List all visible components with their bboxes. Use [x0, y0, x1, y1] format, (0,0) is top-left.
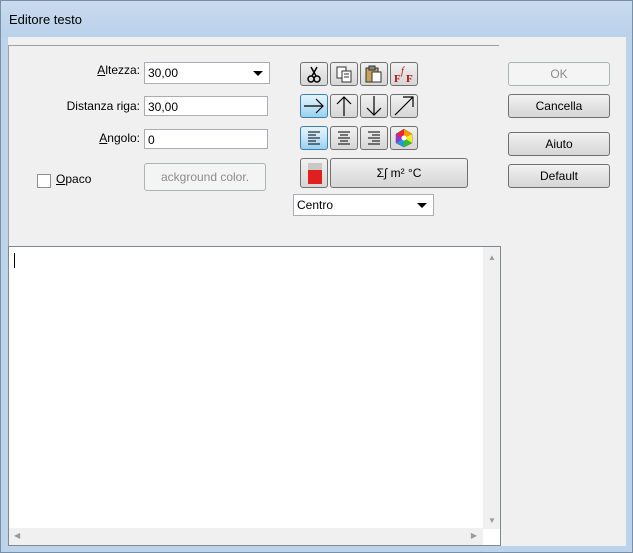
chevron-down-icon: [417, 203, 427, 208]
cancel-button[interactable]: Cancella: [508, 94, 610, 118]
ok-button[interactable]: OK: [508, 62, 610, 86]
align-left-icon: [308, 131, 320, 145]
window-frame-bottom: [1, 546, 632, 552]
background-color-button[interactable]: ackground color.: [144, 163, 266, 191]
title-bar[interactable]: Editore testo: [1, 1, 632, 37]
svg-text:F: F: [394, 73, 401, 85]
align-center-button[interactable]: [330, 126, 358, 150]
help-button[interactable]: Aiuto: [508, 132, 610, 156]
text-editor-area[interactable]: ▲ ▼ ◀ ▶: [8, 246, 501, 546]
vertical-scrollbar[interactable]: ▲ ▼: [483, 247, 500, 529]
scroll-right-icon[interactable]: ▶: [471, 531, 477, 540]
align-right-icon: [368, 131, 380, 145]
altezza-label: Altezza:: [97, 63, 140, 77]
svg-text:F: F: [406, 73, 413, 85]
window-title: Editore testo: [9, 12, 82, 27]
svg-text:f: f: [401, 66, 405, 77]
arrow-down-icon: [366, 96, 382, 116]
align-center-icon: [338, 131, 350, 145]
scroll-left-icon[interactable]: ◀: [14, 531, 20, 540]
alignment-select[interactable]: Centro: [293, 194, 434, 216]
default-button[interactable]: Default: [508, 164, 610, 188]
copy-button[interactable]: [330, 62, 358, 86]
altezza-value: 30,00: [148, 66, 179, 80]
color-palette-button[interactable]: [390, 126, 418, 150]
direction-up-button[interactable]: [330, 94, 358, 118]
angolo-input[interactable]: 0: [144, 129, 268, 149]
cut-button[interactable]: [300, 62, 328, 86]
font-button[interactable]: FfF: [390, 62, 418, 86]
font-icon: FfF: [394, 66, 413, 85]
window-frame-right: [626, 37, 632, 552]
distanza-riga-input[interactable]: 30,00: [144, 96, 268, 116]
text-caret: [14, 253, 15, 268]
text-editor-dialog: Editore testo Altezza: 30,00 Distanza ri…: [0, 0, 633, 553]
arrow-diagonal-icon: [394, 96, 414, 116]
direction-diagonal-button[interactable]: [390, 94, 418, 118]
chevron-down-icon: [253, 71, 263, 76]
align-left-button[interactable]: [300, 126, 328, 150]
symbols-button[interactable]: Σ∫ m² °C: [330, 158, 468, 188]
color-swatch-top: [308, 163, 322, 170]
text-color-button[interactable]: [300, 158, 328, 188]
paste-icon: [365, 65, 382, 83]
color-wheel-icon: [395, 128, 413, 148]
horizontal-scrollbar[interactable]: ◀ ▶: [9, 528, 483, 545]
color-swatch: [308, 170, 322, 184]
arrow-right-icon: [304, 98, 324, 114]
paste-button[interactable]: [360, 62, 388, 86]
alignment-value: Centro: [297, 198, 334, 212]
align-right-button[interactable]: [360, 126, 388, 150]
direction-down-button[interactable]: [360, 94, 388, 118]
altezza-combo[interactable]: 30,00: [144, 62, 270, 84]
opaco-checkbox[interactable]: [37, 174, 51, 188]
scroll-up-icon[interactable]: ▲: [488, 253, 496, 262]
window-frame-left: [1, 37, 8, 552]
copy-icon: [336, 66, 352, 83]
scissors-icon: [307, 66, 321, 83]
angolo-label: Angolo:: [99, 131, 140, 145]
arrow-up-icon: [336, 96, 352, 116]
direction-right-button[interactable]: [300, 94, 328, 118]
scroll-down-icon[interactable]: ▼: [488, 516, 496, 525]
distanza-riga-label: Distanza riga:: [66, 99, 140, 113]
opaco-label: Opaco: [56, 172, 92, 186]
